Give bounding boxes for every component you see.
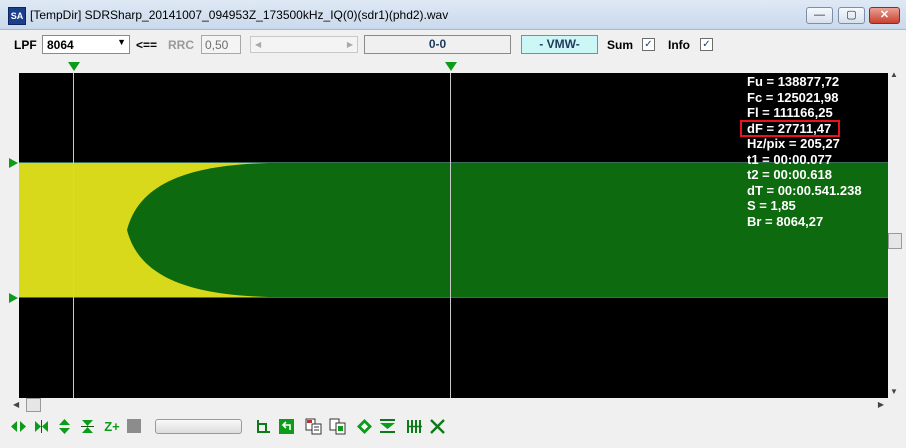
top-toolbar: LPF 8064 ▼ <== RRC 0,50 ◀ ▶ 0-0 - VMW- S… bbox=[0, 30, 906, 62]
stop-icon[interactable] bbox=[127, 419, 141, 433]
bottom-toolbar: Z+ bbox=[0, 412, 906, 448]
minimize-button[interactable]: — bbox=[806, 7, 833, 24]
marker-t1-icon[interactable] bbox=[68, 62, 80, 71]
lpf-label: LPF bbox=[14, 38, 37, 52]
lpf-value: 8064 bbox=[47, 38, 74, 52]
info-hz-per-pix: Hz/pix = 205,27 bbox=[747, 136, 840, 151]
info-label: Info bbox=[668, 38, 690, 52]
range-display: 0-0 bbox=[364, 35, 511, 54]
chevron-down-icon[interactable]: ▼ bbox=[117, 37, 126, 47]
scroll-left-icon[interactable]: ◀ bbox=[255, 40, 261, 49]
sum-label: Sum bbox=[607, 38, 634, 52]
zoom-plus-icon[interactable]: Z+ bbox=[101, 417, 123, 436]
maximize-button[interactable]: ▢ bbox=[838, 7, 865, 24]
copy-image-icon[interactable] bbox=[328, 417, 347, 436]
info-s: S = 1,85 bbox=[747, 198, 796, 213]
rrc-label: RRC bbox=[168, 38, 194, 52]
title-bar: SA [TempDir] SDRSharp_20141007_094953Z_1… bbox=[0, 0, 906, 30]
window-title: [TempDir] SDRSharp_20141007_094953Z_1735… bbox=[30, 8, 449, 22]
info-fl: Fl = 111166,25 bbox=[747, 105, 833, 120]
marker-t2-icon[interactable] bbox=[445, 62, 457, 71]
bars-icon[interactable] bbox=[405, 417, 424, 436]
scroll-right-icon[interactable]: ▶ bbox=[878, 400, 884, 409]
lpf-select[interactable]: 8064 ▼ bbox=[42, 35, 130, 54]
scroll-down-icon[interactable]: ▼ bbox=[890, 387, 898, 396]
diamond-icon[interactable] bbox=[355, 417, 374, 436]
info-t2: t2 = 00:00.618 bbox=[747, 167, 832, 182]
info-fc: Fc = 125021,98 bbox=[747, 89, 839, 105]
scroll-right-icon[interactable]: ▶ bbox=[347, 40, 353, 49]
expand-vertical-icon[interactable] bbox=[55, 417, 74, 436]
apply-arrow-button[interactable]: <== bbox=[136, 38, 157, 52]
expand-horizontal-icon[interactable] bbox=[9, 417, 28, 436]
cross-icon[interactable] bbox=[428, 417, 447, 436]
info-fu: Fu = 138877,72 bbox=[747, 74, 840, 89]
copy-text-icon[interactable] bbox=[304, 417, 323, 436]
collapse-vertical-icon[interactable] bbox=[78, 417, 97, 436]
close-button[interactable]: ✕ bbox=[869, 7, 900, 24]
app-icon: SA bbox=[8, 7, 26, 25]
rrc-slider[interactable]: ◀ ▶ bbox=[250, 36, 358, 53]
vertical-scroll-thumb[interactable] bbox=[888, 233, 902, 249]
marker-fu-icon[interactable] bbox=[9, 158, 18, 168]
info-checkbox[interactable]: ✓ bbox=[700, 38, 713, 51]
undo-icon[interactable] bbox=[277, 417, 296, 436]
scroll-left-icon[interactable]: ◀ bbox=[13, 400, 19, 409]
info-df-highlighted: dF = 27711,47 bbox=[740, 119, 840, 137]
collapse-horizontal-icon[interactable] bbox=[32, 417, 51, 436]
horizontal-scrollbar[interactable]: ◀ ▶ bbox=[9, 398, 887, 412]
marker-fl-icon[interactable] bbox=[9, 293, 18, 303]
info-br: Br = 8064,27 bbox=[747, 213, 824, 229]
info-dt: dT = 00:00.541.238 bbox=[747, 182, 862, 198]
info-panel: Fu = 138877,72 Fc = 125021,98 Fl = 11116… bbox=[740, 74, 886, 229]
vertical-scrollbar[interactable]: ▲ ▼ bbox=[888, 70, 902, 398]
info-t1: t1 = 00:00.077 bbox=[747, 151, 832, 167]
baseline-icon[interactable] bbox=[254, 417, 273, 436]
bottom-slider[interactable] bbox=[155, 419, 242, 434]
horizontal-scroll-thumb[interactable] bbox=[26, 398, 41, 412]
mode-display[interactable]: - VMW- bbox=[521, 35, 598, 54]
sum-checkbox[interactable]: ✓ bbox=[642, 38, 655, 51]
scroll-up-icon[interactable]: ▲ bbox=[890, 70, 898, 79]
rrc-input[interactable]: 0,50 bbox=[201, 35, 241, 54]
filter-icon[interactable] bbox=[378, 417, 397, 436]
